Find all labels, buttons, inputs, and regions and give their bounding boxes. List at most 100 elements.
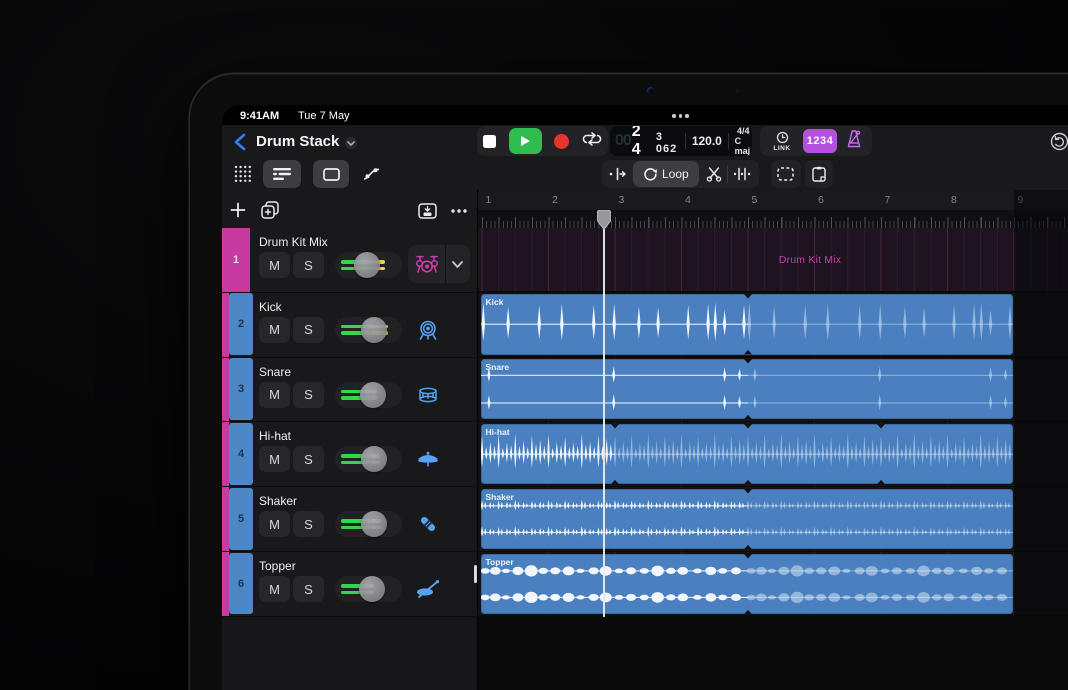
tracks-icon xyxy=(273,168,291,180)
volume-knob[interactable] xyxy=(359,381,386,408)
audio-region[interactable]: Hi-hat xyxy=(480,423,1013,485)
summary-region-label: Drum Kit Mix xyxy=(778,253,842,266)
audio-track-lane[interactable]: Shaker xyxy=(478,487,1068,551)
track-number-badge[interactable]: 2 xyxy=(229,293,253,356)
volume-knob[interactable] xyxy=(360,316,387,343)
bar-number: 3 xyxy=(618,194,625,206)
anchor-tool-button[interactable] xyxy=(728,160,756,188)
marquee-select-button[interactable] xyxy=(770,160,801,188)
track-row[interactable]: 2 Kick M S xyxy=(222,292,477,358)
volume-knob[interactable] xyxy=(358,576,385,603)
mute-button[interactable]: M xyxy=(259,316,290,343)
track-number-badge[interactable]: 1 xyxy=(222,228,250,292)
duplicate-track-button[interactable] xyxy=(261,196,279,224)
track-number-badge[interactable]: 6 xyxy=(229,552,253,615)
bar-ruler[interactable]: 123456789 xyxy=(478,190,1068,210)
volume-slider[interactable] xyxy=(335,252,402,278)
hi-hat-icon[interactable] xyxy=(414,447,442,471)
anchor-icon xyxy=(733,167,750,181)
snare-drum-icon[interactable] xyxy=(414,383,442,407)
volume-knob[interactable] xyxy=(360,446,387,473)
loop-tool-button[interactable]: Loop xyxy=(633,161,699,187)
volume-slider[interactable] xyxy=(335,511,402,538)
count-in-button[interactable]: 1234 xyxy=(803,129,837,153)
region-label: Kick xyxy=(485,297,504,308)
record-button[interactable] xyxy=(554,133,570,149)
loops-browser-button[interactable] xyxy=(228,160,258,188)
audio-track-lane[interactable]: Topper xyxy=(478,552,1068,616)
timeline-footer xyxy=(478,617,1068,690)
playhead-handle[interactable] xyxy=(596,210,611,235)
automation-button[interactable] xyxy=(354,160,388,188)
regions-edit-button[interactable] xyxy=(313,160,349,188)
metronome-button[interactable] xyxy=(844,128,864,155)
mute-button[interactable]: M xyxy=(259,252,290,278)
transport-controls xyxy=(477,126,608,156)
kick-drum-icon[interactable] xyxy=(414,318,442,342)
lcd-display[interactable]: 00 2 4 3 062 120.0 4/4 C maj xyxy=(610,126,752,156)
title-menu-button[interactable] xyxy=(344,136,358,154)
mute-button[interactable]: M xyxy=(259,511,290,538)
status-time: 9:41AM xyxy=(240,110,280,122)
solo-button[interactable]: S xyxy=(293,316,324,343)
track-number-badge[interactable]: 3 xyxy=(229,358,253,420)
stop-button[interactable] xyxy=(483,134,497,148)
audio-region[interactable]: Snare xyxy=(480,359,1013,420)
volume-knob[interactable] xyxy=(353,252,380,278)
audio-track-lane[interactable]: Kick xyxy=(478,292,1068,357)
track-row[interactable]: 1 Drum Kit Mix M S xyxy=(222,228,477,293)
add-track-button[interactable] xyxy=(230,196,246,224)
audio-track-lane[interactable]: Snare xyxy=(478,357,1068,421)
ruler-ticks[interactable] xyxy=(478,210,1068,228)
beyond-project-end xyxy=(1013,190,1068,617)
audio-region[interactable]: Shaker xyxy=(480,488,1013,550)
solo-button[interactable]: S xyxy=(293,381,324,408)
more-options-button[interactable] xyxy=(450,197,468,225)
mute-button[interactable]: M xyxy=(259,576,290,603)
app-window: 9:41AM Tue 7 May Drum Stack 00 2 4 3 062… xyxy=(222,105,1068,690)
audio-region[interactable]: Kick xyxy=(480,294,1013,355)
expand-stack-button[interactable] xyxy=(446,260,469,269)
link-button[interactable]: LINK xyxy=(768,131,796,152)
track-row[interactable]: 5 Shaker M S xyxy=(222,487,477,553)
track-row[interactable]: 3 Snare M S xyxy=(222,357,477,423)
volume-slider[interactable] xyxy=(335,576,402,603)
bar-number: 1 xyxy=(485,194,492,206)
panel-resize-handle[interactable] xyxy=(474,565,477,583)
volume-knob[interactable] xyxy=(360,511,387,538)
arrange-area: 1 Drum Kit Mix M S 2 Kick M S 3 Snare M … xyxy=(222,190,1068,690)
volume-slider[interactable] xyxy=(335,316,402,343)
mute-button[interactable]: M xyxy=(259,381,290,408)
track-row[interactable]: 6 Topper M S xyxy=(222,552,477,617)
play-button[interactable] xyxy=(508,128,542,154)
mute-button[interactable]: M xyxy=(259,446,290,473)
track-row[interactable]: 4 Hi-hat M S xyxy=(222,422,477,488)
solo-button[interactable]: S xyxy=(293,576,324,603)
volume-slider[interactable] xyxy=(335,381,402,408)
back-button[interactable] xyxy=(230,131,254,153)
cycle-button[interactable] xyxy=(582,131,602,152)
summary-track-lane[interactable]: Drum Kit Mix xyxy=(478,228,1068,292)
solo-button[interactable]: S xyxy=(293,446,324,473)
sync-controls: LINK 1234 xyxy=(760,126,872,156)
audio-region[interactable]: Topper xyxy=(480,553,1013,614)
audio-track-lane[interactable]: Hi-hat xyxy=(478,422,1068,486)
import-button[interactable] xyxy=(418,197,437,225)
volume-slider[interactable] xyxy=(335,446,402,473)
waveform xyxy=(480,294,1013,355)
front-camera xyxy=(647,87,654,94)
paste-button[interactable] xyxy=(804,160,833,188)
topper-icon[interactable] xyxy=(414,577,442,601)
instrument-button[interactable] xyxy=(408,245,470,283)
trim-tool-button[interactable] xyxy=(605,160,631,188)
tracks-view-button[interactable] xyxy=(263,160,301,188)
stack-color-bar xyxy=(222,422,229,487)
solo-button[interactable]: S xyxy=(293,511,324,538)
split-tool-button[interactable] xyxy=(701,160,727,188)
shaker-icon[interactable] xyxy=(414,512,442,536)
undo-button[interactable] xyxy=(1050,132,1068,156)
solo-button[interactable]: S xyxy=(293,252,324,278)
track-number-badge[interactable]: 4 xyxy=(229,422,253,485)
multitask-dots-icon[interactable] xyxy=(672,114,689,118)
track-number-badge[interactable]: 5 xyxy=(229,487,253,550)
